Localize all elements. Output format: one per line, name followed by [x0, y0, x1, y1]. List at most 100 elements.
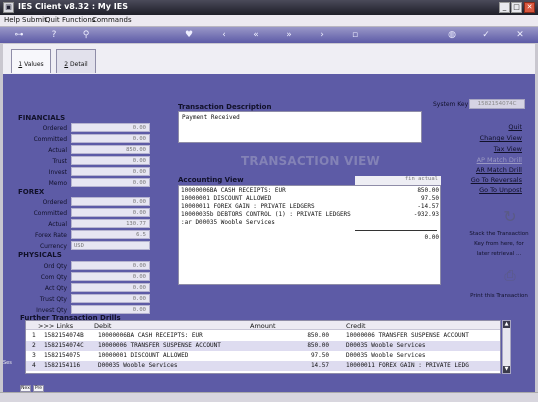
forex-committed-label: Committed [33, 210, 67, 217]
physicals-trust-qty-value: 0.00 [71, 294, 150, 303]
check-icon[interactable]: ✓ [480, 29, 492, 41]
accounting-line: 10000006BA CASH RECEIPTS: EUR 850.00 [181, 187, 439, 194]
search-icon[interactable]: ⚲ [80, 29, 92, 41]
fast-forward-icon[interactable]: » [283, 29, 295, 41]
financials-invest-label: Invest [48, 169, 67, 176]
accounting-line: 10000011 FOREX GAIN : PRIVATE LEDGERS -14… [181, 203, 439, 210]
drills-header-amount: Amount [250, 322, 276, 330]
physicals-title: PHYSICALS [18, 251, 62, 259]
accounting-line: 10000001 DISCOUNT ALLOWED 97.50 [181, 195, 439, 202]
link-ar-match-drill[interactable]: AR Match Drill [476, 166, 522, 174]
forward-icon[interactable]: › [316, 29, 328, 41]
accounting-total: 0.00 [424, 234, 439, 241]
globe-icon[interactable]: ◍ [446, 29, 458, 41]
table-row[interactable]: 3 1582154075 10000001 DISCOUNT ALLOWED 9… [26, 351, 500, 361]
scroll-down-icon[interactable]: ▼ [503, 366, 510, 373]
help-icon[interactable]: ? [48, 29, 60, 41]
print-caption: Print this Transaction [470, 293, 528, 299]
physicals-com-qty-value: 0.00 [71, 272, 150, 281]
scroll-up-icon[interactable]: ▲ [503, 321, 510, 328]
close-window-button[interactable]: ✕ [524, 2, 535, 13]
heart-icon[interactable]: ♥ [183, 29, 195, 41]
back-icon[interactable]: ‹ [218, 29, 230, 41]
forex-committed-value: 0.00 [71, 208, 150, 217]
drills-table: >>> Links Debit Amount Credit 1 15821540… [25, 320, 501, 374]
accounting-total-rule [355, 230, 437, 231]
system-key-label: System Key [433, 101, 469, 108]
link-go-to-reversals[interactable]: Go To Reversals [471, 176, 522, 184]
session-marker: Ses [3, 360, 12, 366]
financials-title: FINANCIALS [18, 114, 66, 122]
financials-actual-label: Actual [48, 147, 67, 154]
stack-refresh-icon[interactable]: ↻ [500, 207, 520, 227]
close-icon[interactable]: ✕ [514, 29, 526, 41]
menu-quit[interactable]: Quit [45, 16, 60, 24]
main-panel: FINANCIALS Ordered 0.00 Committed 0.00 A… [3, 74, 535, 392]
transaction-view-heading: TRANSACTION VIEW [241, 154, 380, 168]
forex-actual-value: 130.77 [71, 219, 150, 228]
forex-ordered-value: 0.00 [71, 197, 150, 206]
accounting-line: 10000035b DEBTORS CONTROL (1) : PRIVATE … [181, 211, 439, 218]
menu-functions[interactable]: Functions [62, 16, 95, 24]
link-ap-match-drill[interactable]: AP Match Drill [477, 156, 522, 164]
financials-ordered-value: 0.00 [71, 123, 150, 132]
print-icon[interactable]: ⎙ [500, 268, 520, 286]
accounting-col-header: fin actual [355, 176, 441, 185]
table-row[interactable]: 2 1582154074C 10000006 TRANSFER SUSPENSE… [26, 341, 500, 351]
tab-detail[interactable]: 2 Detail [56, 49, 96, 73]
toolbar: ⊶ ? ⚲ ♥ ‹ « » › ▫ ◍ ✓ ✕ [0, 27, 538, 43]
physicals-invest-qty-label: Invest Qty [36, 307, 67, 314]
financials-committed-label: Committed [33, 136, 67, 143]
link-change-view[interactable]: Change View [480, 134, 522, 142]
forex-actual-label: Actual [48, 221, 67, 228]
tab-strip: 1 Values 2 Detail [3, 44, 535, 74]
forex-rate-value: 6.5 [71, 230, 150, 239]
accounting-view-box[interactable]: fin actual 10000006BA CASH RECEIPTS: EUR… [178, 176, 441, 285]
key-icon[interactable]: ⊶ [10, 29, 28, 41]
menu-bar: Help Submit Quit Functions Commands [0, 15, 538, 27]
table-row[interactable]: 4 1582154116 D00035 Wooble Services 14.5… [26, 361, 500, 371]
menu-submit[interactable]: Submit [22, 16, 47, 24]
tab-values[interactable]: 1 Values [11, 49, 51, 73]
forex-rate-label: Forex Rate [34, 232, 67, 239]
menu-commands[interactable]: Commands [92, 16, 132, 24]
link-tax-view[interactable]: Tax View [494, 145, 522, 153]
link-go-to-unpost[interactable]: Go To Unpost [479, 186, 522, 194]
accounting-line: :ar D00035 Wooble Services [181, 219, 275, 226]
financials-trust-label: Trust [52, 158, 67, 165]
title-bar: ▣ IES Client v8.32 : My IES _ □ ✕ [0, 0, 538, 15]
transaction-description-label: Transaction Description [178, 103, 272, 111]
drills-header-debit: Debit [94, 322, 112, 330]
drills-scrollbar[interactable]: ▲ ▼ [502, 320, 511, 374]
drills-header-credit: Credit [346, 322, 366, 330]
next-button[interactable]: Nex [20, 385, 31, 392]
link-quit[interactable]: Quit [508, 123, 522, 131]
financials-trust-value: 0.00 [71, 156, 150, 165]
maximize-button[interactable]: □ [511, 2, 522, 13]
physicals-invest-qty-value: 0.00 [71, 305, 150, 314]
status-bar [0, 392, 538, 402]
ies-app-icon[interactable]: ▣ [3, 2, 14, 13]
transaction-description-field[interactable]: Payment Received [178, 111, 422, 143]
minimize-button[interactable]: _ [499, 2, 510, 13]
physicals-trust-qty-label: Trust Qty [39, 296, 67, 303]
prev-button[interactable]: Pre [33, 385, 44, 392]
financials-actual-value: 850.00 [71, 145, 150, 154]
physicals-com-qty-label: Com Qty [40, 274, 67, 281]
drills-header-row: >>> Links Debit Amount Credit [26, 321, 500, 330]
financials-committed-value: 0.00 [71, 134, 150, 143]
drills-header-links: >>> Links [38, 322, 74, 330]
window-title: IES Client v8.32 : My IES [18, 2, 128, 11]
financials-invest-value: 0.00 [71, 167, 150, 176]
system-key-field[interactable]: 1582154074C [469, 99, 525, 109]
physicals-act-qty-label: Act Qty [44, 285, 67, 292]
blank-icon[interactable]: ▫ [349, 29, 361, 41]
financials-ordered-label: Ordered [42, 125, 67, 132]
rewind-icon[interactable]: « [250, 29, 262, 41]
stack-caption-2: Key from here, for [474, 241, 524, 247]
forex-currency-label: Currency [39, 243, 67, 250]
forex-title: FOREX [18, 188, 45, 196]
physicals-ord-qty-value: 0.00 [71, 261, 150, 270]
menu-help[interactable]: Help [4, 16, 20, 24]
table-row[interactable]: 1 1582154074B 10000006BA CASH RECEIPTS: … [26, 331, 500, 341]
